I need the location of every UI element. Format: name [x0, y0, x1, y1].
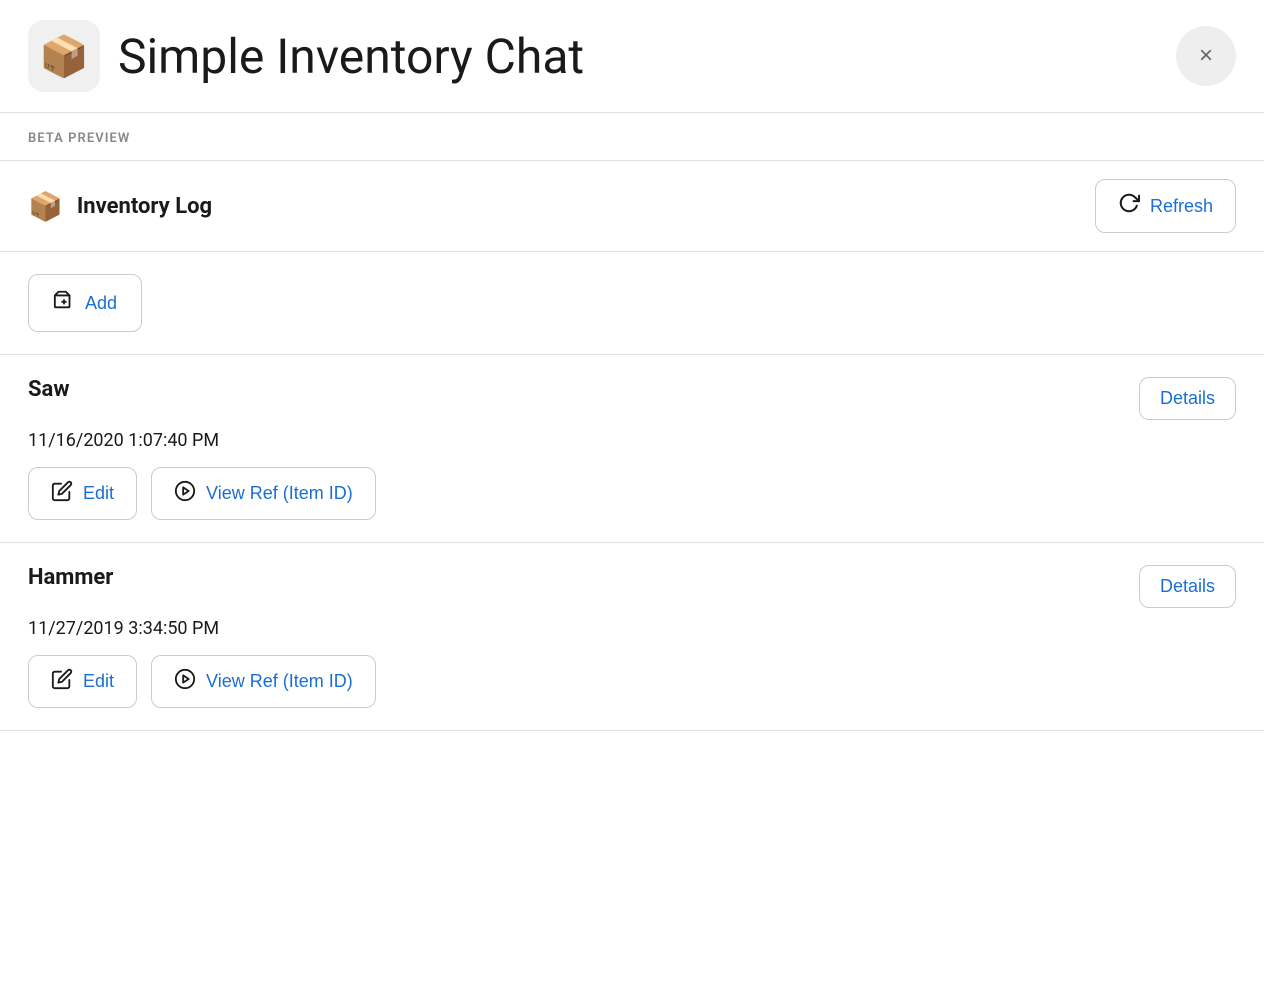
view-ref-icon-saw — [174, 480, 196, 507]
item-actions-hammer: Edit View Ref (Item ID) — [28, 655, 1236, 708]
edit-button-hammer[interactable]: Edit — [28, 655, 137, 708]
add-icon — [53, 289, 75, 317]
inventory-icon: 📦 — [28, 190, 63, 223]
item-actions-saw: Edit View Ref (Item ID) — [28, 467, 1236, 520]
view-ref-label-saw: View Ref (Item ID) — [206, 483, 353, 504]
view-ref-button-saw[interactable]: View Ref (Item ID) — [151, 467, 376, 520]
edit-icon-saw — [51, 480, 73, 507]
inventory-items-list: Saw Details 11/16/2020 1:07:40 PM Edit — [0, 355, 1264, 731]
inventory-item-hammer: Hammer Details 11/27/2019 3:34:50 PM Edi… — [0, 543, 1264, 731]
refresh-button[interactable]: Refresh — [1095, 179, 1236, 233]
details-label-hammer: Details — [1160, 576, 1215, 597]
inventory-header-left: 📦 Inventory Log — [28, 190, 212, 223]
close-icon: × — [1199, 42, 1213, 70]
view-ref-label-hammer: View Ref (Item ID) — [206, 671, 353, 692]
inventory-item-saw: Saw Details 11/16/2020 1:07:40 PM Edit — [0, 355, 1264, 543]
app-title: Simple Inventory Chat — [118, 28, 584, 85]
view-ref-icon-hammer — [174, 668, 196, 695]
edit-label-hammer: Edit — [83, 671, 114, 692]
item-header-saw: Saw Details — [28, 377, 1236, 420]
refresh-icon — [1118, 192, 1140, 220]
edit-label-saw: Edit — [83, 483, 114, 504]
inventory-header: 📦 Inventory Log Refresh — [0, 161, 1264, 252]
view-ref-button-hammer[interactable]: View Ref (Item ID) — [151, 655, 376, 708]
item-date-hammer: 11/27/2019 3:34:50 PM — [28, 618, 1236, 639]
details-label-saw: Details — [1160, 388, 1215, 409]
add-label: Add — [85, 293, 117, 314]
refresh-label: Refresh — [1150, 196, 1213, 217]
app-icon: 📦 — [28, 20, 100, 92]
add-section: Add — [0, 252, 1264, 355]
item-date-saw: 11/16/2020 1:07:40 PM — [28, 430, 1236, 451]
item-name-saw: Saw — [28, 377, 69, 402]
beta-label: BETA PREVIEW — [28, 131, 130, 146]
beta-bar: BETA PREVIEW — [0, 113, 1264, 161]
add-button[interactable]: Add — [28, 274, 142, 332]
app-header: 📦 Simple Inventory Chat × — [0, 0, 1264, 113]
details-button-saw[interactable]: Details — [1139, 377, 1236, 420]
item-name-hammer: Hammer — [28, 565, 113, 590]
item-header-hammer: Hammer Details — [28, 565, 1236, 608]
edit-icon-hammer — [51, 668, 73, 695]
details-button-hammer[interactable]: Details — [1139, 565, 1236, 608]
edit-button-saw[interactable]: Edit — [28, 467, 137, 520]
inventory-title: Inventory Log — [77, 194, 212, 219]
close-button[interactable]: × — [1176, 26, 1236, 86]
header-left: 📦 Simple Inventory Chat — [28, 20, 584, 92]
